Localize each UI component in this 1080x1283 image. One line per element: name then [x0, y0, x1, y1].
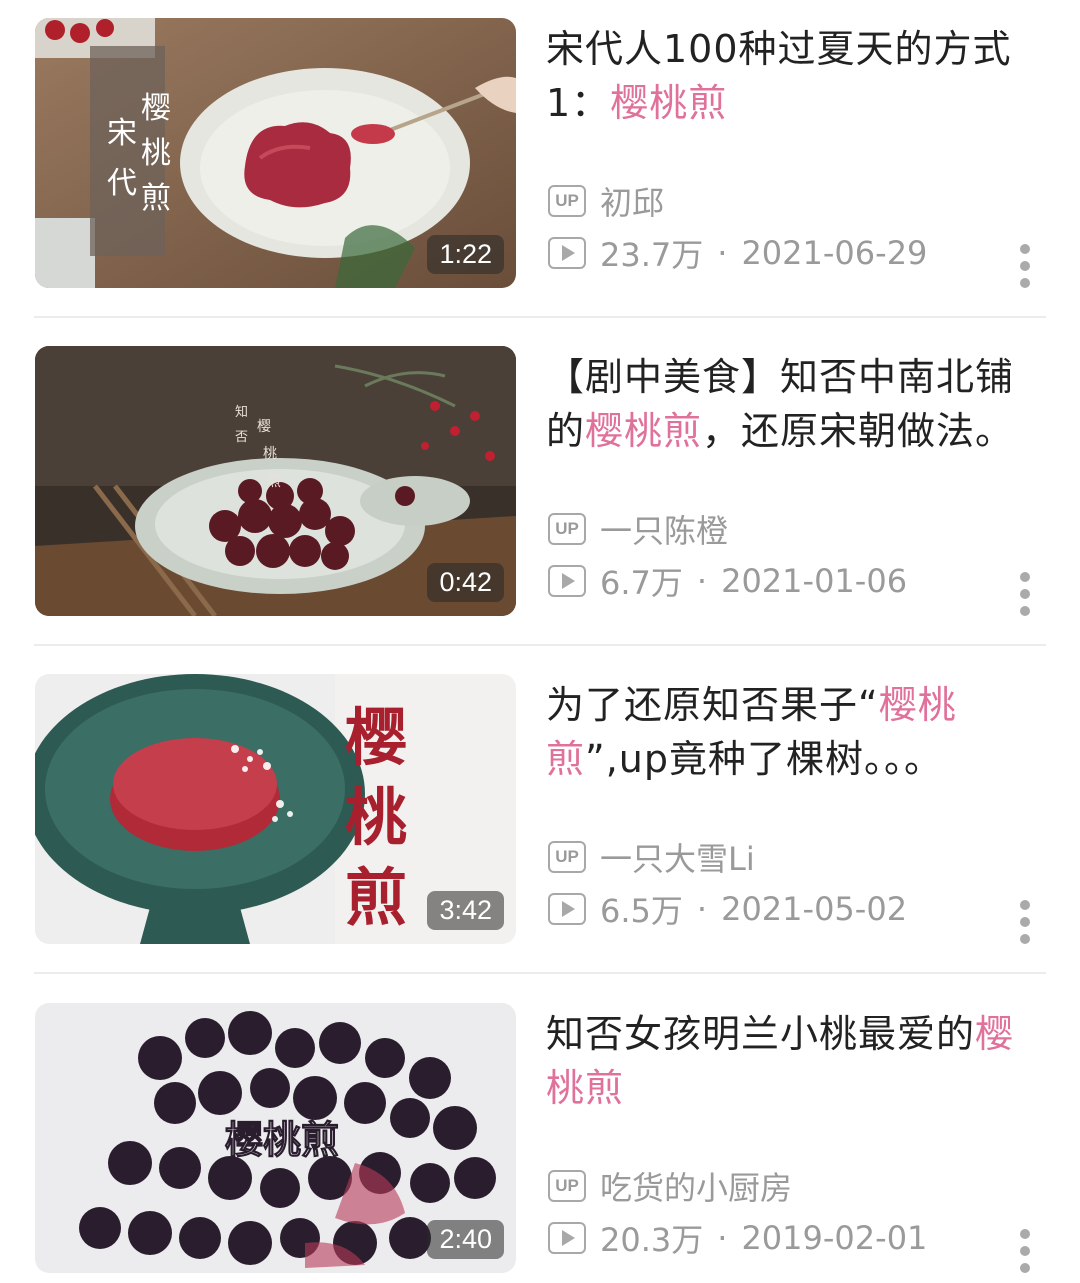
video-card[interactable]: 知 否 樱 桃 煎 0:42 【剧中美食】知否中南北铺的樱桃煎，还原宋朝做法。 …	[0, 328, 1080, 656]
video-card[interactable]: 宋 代 樱 桃 煎 1:22 宋代人100种过夏天的方式1：樱桃煎 UP 初邱 …	[0, 0, 1080, 328]
up-icon: UP	[548, 185, 586, 217]
publish-date: 2021-01-06	[721, 562, 908, 600]
view-count: 6.5万	[600, 892, 683, 930]
svg-text:煎: 煎	[267, 474, 281, 490]
uploader-row[interactable]: UP 一只大雪Li	[548, 834, 755, 880]
video-card[interactable]: 樱 桃 煎 3:42 为了还原知否果子“樱桃煎”,up竟种了棵树。。。 UP 一…	[0, 656, 1080, 984]
uploader-row[interactable]: UP 初邱	[548, 178, 664, 224]
svg-text:桃: 桃	[345, 781, 407, 854]
up-icon: UP	[548, 513, 586, 545]
publish-date: 2021-06-29	[741, 234, 928, 272]
svg-text:代: 代	[107, 166, 137, 201]
svg-text:否: 否	[235, 430, 248, 445]
svg-text:樱: 樱	[257, 418, 271, 435]
video-title[interactable]: 宋代人100种过夏天的方式1：樱桃煎	[546, 22, 1046, 130]
separator: ·	[696, 890, 708, 928]
stats-row: 6.7万 · 2021-01-06	[548, 558, 907, 604]
svg-text:樱: 樱	[345, 701, 407, 774]
svg-text:宋: 宋	[107, 116, 137, 151]
svg-text:煎: 煎	[141, 181, 171, 216]
video-duration: 1:22	[427, 235, 504, 274]
uploader-row[interactable]: UP 一只陈橙	[548, 506, 728, 552]
title-highlight: 樱桃煎	[585, 409, 703, 453]
more-options-icon[interactable]	[1016, 900, 1034, 950]
view-count: 6.7万	[600, 564, 683, 602]
svg-text:知: 知	[235, 404, 248, 420]
video-duration: 2:40	[427, 1220, 504, 1259]
svg-text:樱: 樱	[141, 91, 171, 126]
svg-text:煎: 煎	[345, 861, 407, 934]
separator: ·	[717, 1219, 728, 1257]
play-count-icon	[548, 893, 586, 925]
video-title[interactable]: 知否女孩明兰小桃最爱的樱桃煎	[546, 1007, 1046, 1115]
separator: ·	[717, 234, 728, 272]
uploader-name: 吃货的小厨房	[600, 1169, 793, 1207]
divider	[34, 644, 1046, 646]
video-thumbnail[interactable]: 樱桃煎 2:40	[35, 1003, 516, 1273]
video-thumbnail[interactable]: 樱 桃 煎 3:42	[35, 674, 516, 944]
stats-row: 20.3万 · 2019-02-01	[548, 1215, 927, 1261]
svg-text:桃: 桃	[141, 136, 171, 171]
up-icon: UP	[548, 1170, 586, 1202]
up-icon: UP	[548, 841, 586, 873]
uploader-name: 一只大雪Li	[600, 840, 755, 878]
play-count-icon	[548, 565, 586, 597]
view-count: 23.7万	[600, 236, 704, 274]
video-duration: 3:42	[427, 891, 504, 930]
stats-row: 23.7万 · 2021-06-29	[548, 230, 927, 276]
uploader-name: 初邱	[600, 184, 665, 222]
more-options-icon[interactable]	[1016, 244, 1034, 294]
play-count-icon	[548, 237, 586, 269]
video-title[interactable]: 为了还原知否果子“樱桃煎”,up竟种了棵树。。。	[546, 678, 1046, 786]
divider	[34, 972, 1046, 974]
more-options-icon[interactable]	[1016, 572, 1034, 622]
video-duration: 0:42	[427, 563, 504, 602]
publish-date: 2019-02-01	[741, 1219, 928, 1257]
uploader-row[interactable]: UP 吃货的小厨房	[548, 1163, 792, 1209]
video-thumbnail[interactable]: 宋 代 樱 桃 煎 1:22	[35, 18, 516, 288]
svg-text:樱桃煎: 樱桃煎	[225, 1118, 339, 1162]
uploader-name: 一只陈橙	[600, 512, 729, 550]
publish-date: 2021-05-02	[721, 890, 908, 928]
video-card[interactable]: 樱桃煎 2:40 知否女孩明兰小桃最爱的樱桃煎 UP 吃货的小厨房 20.3万 …	[0, 985, 1080, 1283]
video-thumbnail[interactable]: 知 否 樱 桃 煎 0:42	[35, 346, 516, 616]
stats-row: 6.5万 · 2021-05-02	[548, 886, 907, 932]
title-highlight: 樱桃煎	[610, 81, 728, 125]
separator: ·	[696, 562, 708, 600]
divider	[34, 316, 1046, 318]
view-count: 20.3万	[600, 1221, 704, 1259]
search-results-list: 宋 代 樱 桃 煎 1:22 宋代人100种过夏天的方式1：樱桃煎 UP 初邱 …	[0, 0, 1080, 1283]
video-title[interactable]: 【剧中美食】知否中南北铺的樱桃煎，还原宋朝做法。	[546, 350, 1046, 458]
play-count-icon	[548, 1222, 586, 1254]
more-options-icon[interactable]	[1016, 1229, 1034, 1279]
svg-text:桃: 桃	[263, 446, 277, 462]
